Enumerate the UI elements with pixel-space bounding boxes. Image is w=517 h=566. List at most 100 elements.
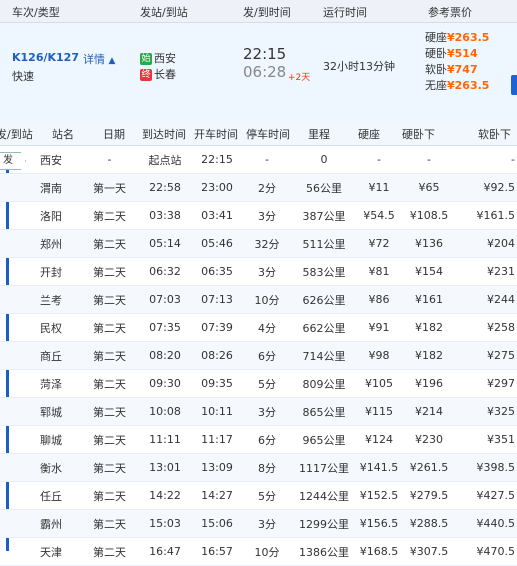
date: 第二天 — [82, 369, 137, 398]
soft-sleeper-price: ¥351 — [455, 425, 517, 454]
arrive-time: 06:28 — [243, 63, 287, 81]
hard-sleeper-price: ¥108.5 — [403, 201, 455, 230]
date: 第二天 — [82, 341, 137, 370]
h-date: 日期 — [103, 128, 125, 141]
stop-time: 10分 — [241, 285, 293, 314]
hard-sleeper-price: ¥136 — [403, 229, 455, 258]
hard-seat-price: ¥72 — [355, 229, 403, 258]
start-badge: 始 — [140, 53, 152, 65]
date: 第二天 — [82, 229, 137, 258]
train-row[interactable]: K126/K127 详情 ▲ 快速 始西安 终长春 22:15 06:28 +2… — [0, 23, 517, 121]
stop-time: 4分 — [241, 313, 293, 342]
h-station: 站名 — [52, 128, 74, 141]
stop-time: 3分 — [241, 201, 293, 230]
col-duration: 运行时间 — [323, 6, 367, 19]
depart-time: 08:26 — [193, 341, 241, 370]
station-name: 兰考 — [20, 285, 82, 314]
col-station: 发站/到站 — [140, 6, 188, 19]
depart-time: 11:17 — [193, 425, 241, 454]
train-type: 快速 — [12, 70, 34, 83]
table-row: 聊城 第二天 11:11 11:17 6分 965公里 ¥124 ¥230 ¥351 — [0, 425, 517, 454]
detail-toggle[interactable]: 详情 ▲ — [83, 51, 115, 67]
route-indicator — [0, 453, 20, 482]
train-code[interactable]: K126/K127 — [12, 51, 79, 64]
arrive-time: 起点站 — [137, 146, 193, 174]
depart-time: 23:00 — [193, 173, 241, 202]
arrive-time: 07:03 — [137, 285, 193, 314]
table-row: 任丘 第二天 14:22 14:27 5分 1244公里 ¥152.5 ¥279.5 ¥427.… — [0, 481, 517, 510]
depart-time: 03:41 — [193, 201, 241, 230]
route-indicator — [0, 369, 20, 398]
date: - — [82, 146, 137, 174]
table-row: 郑州 第二天 05:14 05:46 32分 511公里 ¥72 ¥136 ¥204 — [0, 229, 517, 258]
distance: 1244公里 — [293, 481, 355, 510]
route-indicator — [0, 285, 20, 314]
soft-sleeper-price: ¥161.5 — [455, 201, 517, 230]
stop-time: 3分 — [241, 397, 293, 426]
hard-seat-price: ¥81 — [355, 257, 403, 286]
route-indicator — [0, 397, 20, 426]
arrive-time: 22:58 — [137, 173, 193, 202]
table-row: 西安 - 起点站 22:15-0- - - — [0, 146, 517, 174]
soft-sleeper-price: - — [455, 146, 517, 174]
duration: 32小时13分钟 — [323, 60, 395, 73]
station-name: 霸州 — [20, 509, 82, 538]
book-button[interactable] — [511, 75, 517, 95]
date: 第二天 — [82, 313, 137, 342]
hard-seat-price: ¥156.5 — [355, 509, 403, 538]
table-row: 渭南 第一天 22:58 23:00 2分 56公里 ¥11 ¥65 ¥92.5 — [0, 173, 517, 202]
stop-time: 2分 — [241, 173, 293, 202]
station-name: 任丘 — [20, 481, 82, 510]
date: 第一天 — [82, 173, 137, 202]
distance: 1299公里 — [293, 509, 355, 538]
station-name: 西安 — [20, 146, 82, 174]
stop-time: 6分 — [241, 425, 293, 454]
distance: 965公里 — [293, 425, 355, 454]
hard-sleeper-price: ¥307.5 — [403, 537, 455, 566]
h-distance: 里程 — [308, 128, 330, 141]
station-name: 郓城 — [20, 397, 82, 426]
table-row: 郓城 第二天 10:08 10:11 3分 865公里 ¥115 ¥214 ¥325 — [0, 397, 517, 426]
hard-sleeper-price: ¥230 — [403, 425, 455, 454]
station-name: 天津 — [20, 537, 82, 566]
to-station: 终长春 — [140, 66, 176, 82]
soft-sleeper-price: ¥204 — [455, 229, 517, 258]
route-indicator — [0, 257, 20, 286]
table-row: 民权 第二天 07:35 07:39 4分 662公里 ¥91 ¥182 ¥258 — [0, 313, 517, 342]
depart-time: 14:27 — [193, 481, 241, 510]
route-indicator — [0, 481, 20, 510]
depart-tag: 发 — [0, 152, 26, 170]
col-time: 发/到时间 — [243, 6, 291, 19]
distance: 865公里 — [293, 397, 355, 426]
hard-sleeper-price: ¥214 — [403, 397, 455, 426]
route-indicator — [0, 425, 20, 454]
soft-sleeper-price: ¥92.5 — [455, 173, 517, 202]
chevron-up-icon: ▲ — [108, 56, 116, 66]
arrive-time: 16:47 — [137, 537, 193, 566]
route-indicator — [0, 201, 20, 230]
table-row: 洛阳 第二天 03:38 03:41 3分 387公里 ¥54.5 ¥108.5 ¥161.5 — [0, 201, 517, 230]
soft-sleeper-price: ¥398.5 — [455, 453, 517, 482]
col-fare: 参考票价 — [428, 6, 472, 19]
stop-time: 10分 — [241, 537, 293, 566]
date: 第二天 — [82, 285, 137, 314]
date: 第二天 — [82, 425, 137, 454]
hard-sleeper-price: ¥154 — [403, 257, 455, 286]
depart-time: 15:06 — [193, 509, 241, 538]
date: 第二天 — [82, 201, 137, 230]
depart-time: 22:15 — [193, 146, 241, 174]
stop-time: 5分 — [241, 369, 293, 398]
distance: 0 — [293, 146, 355, 174]
detail-label[interactable]: 详情 — [83, 53, 105, 66]
end-badge: 终 — [140, 69, 152, 81]
depart-time: 07:13 — [193, 285, 241, 314]
h-soft-sleeper: 软卧下 — [478, 128, 511, 141]
col-train: 车次/类型 — [12, 6, 60, 19]
soft-sleeper-price: ¥244 — [455, 285, 517, 314]
h-depart: 开车时间 — [194, 128, 238, 141]
hard-seat-price: - — [355, 146, 403, 174]
date: 第二天 — [82, 453, 137, 482]
plus-days: +2天 — [288, 73, 311, 83]
route-indicator — [0, 173, 20, 202]
stop-time: 32分 — [241, 229, 293, 258]
